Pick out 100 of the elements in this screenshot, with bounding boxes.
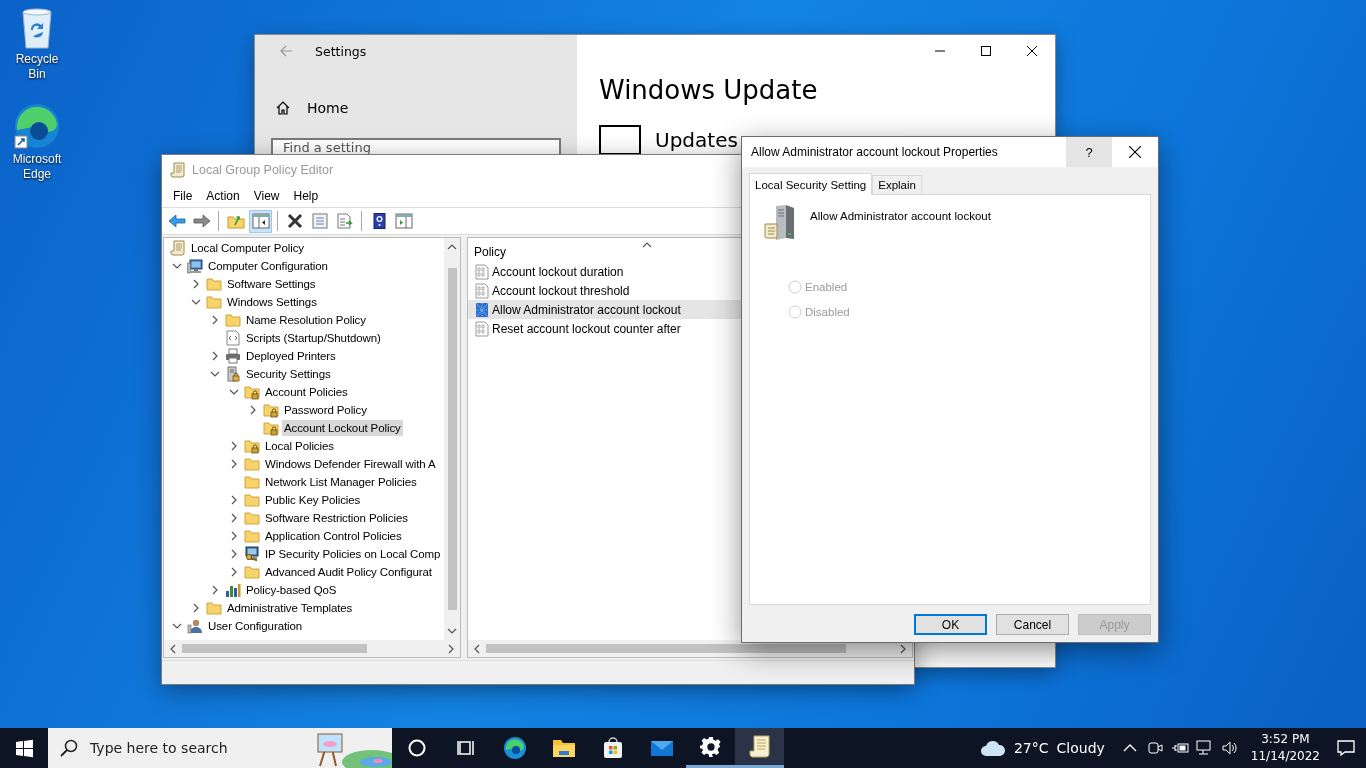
locked-folder-icon [244, 384, 260, 400]
update-status: Updates [655, 128, 738, 152]
camera-icon[interactable] [1145, 739, 1164, 757]
back-arrow-icon [167, 213, 186, 229]
search-field[interactable]: Type here to search [48, 728, 392, 768]
tree-item[interactable]: Advanced Audit Policy Configurat [263, 564, 434, 580]
policy-icon [474, 301, 490, 318]
tree-item[interactable]: User Configuration [206, 618, 305, 634]
page-heading: Windows Update [599, 75, 819, 107]
user-icon [187, 618, 203, 634]
tree-item[interactable]: Administrative Templates [225, 600, 355, 616]
export-list-icon [335, 213, 354, 229]
scroll-icon [170, 162, 186, 178]
circle-icon [406, 738, 427, 758]
tree-item[interactable]: Password Policy [282, 402, 369, 418]
tree-item[interactable]: Public Key Policies [263, 492, 363, 508]
clock-date[interactable]: 11/14/2022 [1250, 748, 1320, 765]
tree-item[interactable]: Deployed Printers [244, 348, 338, 364]
folder-up-icon [226, 213, 245, 229]
swirl-icon [13, 102, 61, 150]
radio-icon [788, 305, 802, 319]
settings-icon [699, 735, 722, 758]
tree-item[interactable]: Security Settings [244, 366, 333, 382]
swirl-icon [502, 736, 527, 760]
tree-item[interactable]: Policy-based QoS [244, 582, 339, 598]
monitor-update-icon [599, 125, 641, 155]
tree-pane-icon [251, 213, 270, 229]
tree-item[interactable]: Application Control Policies [263, 528, 404, 544]
cloud-icon[interactable] [979, 739, 1006, 757]
menu-item[interactable]: View [246, 186, 287, 206]
tab[interactable]: Local Security Setting [749, 173, 873, 195]
forward-arrow-icon [192, 213, 211, 229]
policy-icon [474, 282, 490, 299]
scroll-icon [170, 240, 186, 256]
speech-bubble-icon [1336, 738, 1356, 758]
menu-item[interactable]: Help [286, 186, 326, 206]
tree-item[interactable]: Name Resolution Policy [244, 312, 368, 328]
help-button[interactable]: ? [1066, 137, 1112, 167]
folder-icon [206, 294, 222, 310]
tree-item[interactable]: Local Policies [263, 438, 336, 454]
home-icon [275, 100, 291, 116]
menu-item[interactable]: Action [199, 186, 247, 206]
home-nav-item[interactable]: Home [271, 93, 561, 123]
policy-icon [474, 320, 490, 337]
menu-item[interactable]: File [166, 186, 200, 206]
printer-icon [225, 348, 241, 364]
tree-item[interactable]: Scripts (Startup/Shutdown) [244, 330, 383, 346]
clock-time[interactable]: 3:52 PM [1261, 731, 1310, 748]
folder-icon [244, 492, 260, 508]
search-icon [60, 739, 78, 757]
properties-icon [310, 213, 329, 229]
desktop-icon-label[interactable]: Microsoft Edge [6, 152, 68, 182]
close-icon [1129, 146, 1141, 158]
tree-item[interactable]: Computer Configuration [206, 258, 330, 274]
window-title: Local Group Policy Editor [192, 163, 334, 177]
tree-item[interactable]: Network List Manager Policies [263, 474, 419, 490]
dialog-button[interactable]: Cancel [996, 614, 1069, 635]
tree-item[interactable]: Local Computer Policy [189, 240, 306, 256]
folder-icon [206, 276, 222, 292]
tree-item[interactable]: IP Security Policies on Local Comp [263, 546, 443, 562]
close-icon [1027, 46, 1037, 56]
script-icon [225, 330, 241, 346]
computer-key-icon [244, 546, 260, 562]
tab[interactable]: Explain [872, 175, 922, 194]
vertical-scrollbar[interactable] [444, 238, 460, 640]
horizontal-scrollbar[interactable] [164, 640, 460, 657]
locked-folder-icon [244, 438, 260, 454]
policy-name: Allow Administrator account lockout [810, 209, 991, 224]
maximize-icon [981, 46, 991, 56]
weather-condition[interactable]: Cloudy [1056, 740, 1105, 756]
dialog-title: Allow Administrator account lockout Properties [751, 145, 999, 159]
folder-icon [244, 510, 260, 526]
window-title: Settings [315, 43, 367, 59]
network-icon[interactable] [1195, 739, 1214, 757]
folder-icon [244, 474, 260, 490]
folder-icon [244, 456, 260, 472]
temperature[interactable]: 27°C [1013, 740, 1049, 756]
taskbar-button[interactable] [735, 728, 784, 768]
volume-icon[interactable] [1220, 739, 1239, 757]
tree-item[interactable]: Windows Settings [225, 294, 319, 310]
tree-item[interactable]: Software Settings [225, 276, 318, 292]
server-lock-icon [225, 366, 241, 382]
server-icon [764, 204, 796, 242]
folder-icon [244, 564, 260, 580]
folder-icon [206, 600, 222, 616]
folder-icon [225, 312, 241, 328]
tree-item[interactable]: Account Lockout Policy [282, 420, 403, 436]
tree-item[interactable]: Account Policies [263, 384, 350, 400]
horizontal-scrollbar[interactable] [468, 640, 912, 657]
dialog-button[interactable]: OK [914, 614, 987, 635]
scroll-icon [748, 734, 771, 759]
policy-icon [474, 263, 490, 280]
bar-chart-icon [225, 582, 241, 598]
tree-item[interactable]: Software Restriction Policies [263, 510, 410, 526]
tree-item[interactable]: Windows Defender Firewall with A [263, 456, 438, 472]
computer-icon [187, 258, 203, 274]
radio-icon [788, 280, 802, 294]
action-pane-icon [394, 213, 413, 229]
desktop-icon-label[interactable]: Recycle Bin [6, 52, 68, 82]
four-panes-icon [14, 738, 34, 758]
